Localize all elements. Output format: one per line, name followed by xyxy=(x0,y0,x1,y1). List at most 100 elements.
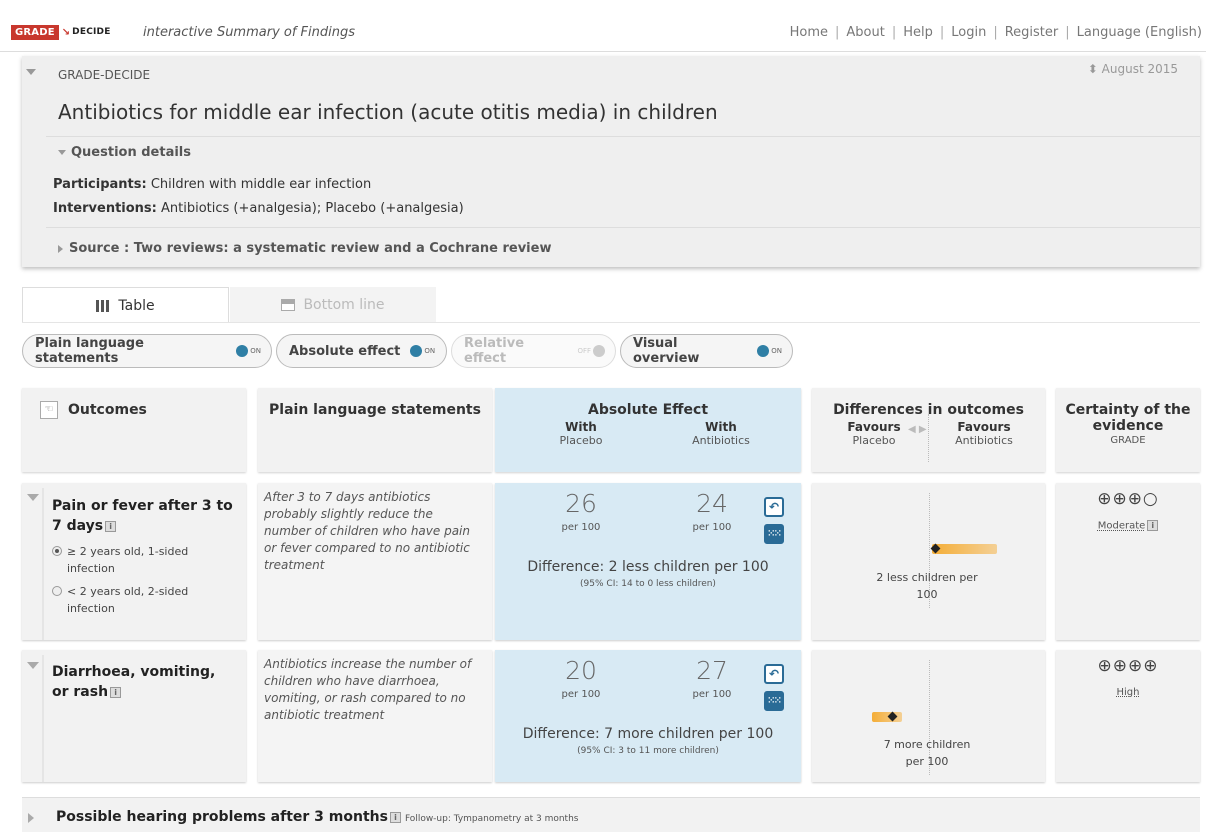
toggle-label: Plain language statements xyxy=(35,336,144,366)
subgroup-option[interactable]: ≥ 2 years old, 1-sided infection xyxy=(52,543,242,577)
toggle-plain-language[interactable]: Plain language statements ON xyxy=(22,334,272,368)
bottom-line-icon xyxy=(281,299,296,311)
participants-line: Participants: Children with middle ear i… xyxy=(53,177,371,192)
nav-home-link[interactable]: Home xyxy=(790,25,828,40)
undo-icon[interactable]: ↶ xyxy=(764,664,784,684)
logo-decide-text: DECIDE xyxy=(72,27,111,37)
tab-table[interactable]: Table xyxy=(22,287,229,323)
toggle-switch-icon: ON xyxy=(757,345,782,357)
tabs-divider xyxy=(22,322,1200,323)
nav-register-link[interactable]: Register xyxy=(1005,25,1059,40)
difference-text: Difference: 2 less children per 100 xyxy=(527,559,769,575)
certainty-header-label-2: evidence xyxy=(1092,418,1164,434)
outcome-name: Diarrhoea, vomiting, or rash i xyxy=(52,662,215,702)
subgroup-options: ≥ 2 years old, 1-sided infection < 2 year… xyxy=(52,543,242,617)
differences-cell: 7 more children per 100 xyxy=(812,650,1045,782)
confidence-interval-text: (95% CI: 14 to 0 less children) xyxy=(580,579,716,589)
radio-selected-icon[interactable] xyxy=(52,546,62,556)
pls-line: number of children who have pain xyxy=(264,524,470,538)
option-label: ≥ 2 years old, 1-sided xyxy=(67,545,189,558)
info-icon[interactable]: i xyxy=(1147,520,1159,531)
info-icon[interactable]: i xyxy=(110,686,122,698)
radio-unselected-icon[interactable] xyxy=(52,586,62,596)
date-selector[interactable]: ⬍ August 2015 xyxy=(1088,62,1178,76)
toggle-relative-effect[interactable]: Relative effect OFF xyxy=(451,334,616,368)
certainty-label[interactable]: High xyxy=(1056,687,1200,698)
table-icon xyxy=(96,299,110,312)
undo-icon[interactable]: ↶ xyxy=(764,497,784,517)
nav-help-link[interactable]: Help xyxy=(903,25,933,40)
interventions-value: Antibiotics (+analgesia); Placebo (+anal… xyxy=(156,201,464,216)
absolute-effect-cell: 20 per 100 27 per 100 ↶ ⁙⁙ Difference: 7… xyxy=(495,650,801,782)
divider xyxy=(46,227,1200,228)
toggle-absolute-effect[interactable]: Absolute effect ON xyxy=(276,334,447,368)
difference-note-line: 100 xyxy=(916,588,938,601)
antibiotics-value: 24 xyxy=(696,489,728,518)
outcome-name-line: Pain or fever after 3 to xyxy=(52,498,233,514)
favours-label: Favours xyxy=(847,420,901,434)
toggle-visual-overview[interactable]: Visual overview ON xyxy=(620,334,793,368)
interventions-label: Interventions: xyxy=(53,201,157,216)
certainty-label[interactable]: Moderate i xyxy=(1056,520,1200,532)
nav-separator: | xyxy=(1065,25,1070,40)
pls-line: treatment xyxy=(264,558,325,572)
favours-label: Favours xyxy=(957,420,1011,434)
plain-language-statement: Antibiotics increase the number of child… xyxy=(264,656,489,724)
nav-about-link[interactable]: About xyxy=(846,25,884,40)
outcome-name: Pain or fever after 3 to 7 days i xyxy=(52,496,233,536)
pls-line: or fever compared to no antibiotic xyxy=(264,541,470,555)
option-label: infection xyxy=(67,562,115,575)
nav-separator: | xyxy=(891,25,897,40)
toggle-label: Relative effect xyxy=(464,336,525,366)
pls-cell: Antibiotics increase the number of child… xyxy=(258,650,492,782)
table-row-collapsed[interactable]: Possible hearing problems after 3 months… xyxy=(22,797,1200,832)
collapse-row-icon[interactable] xyxy=(27,494,39,501)
toggle-switch-icon: ON xyxy=(236,345,261,357)
nav-separator: | xyxy=(939,25,945,40)
outcome-cell: Pain or fever after 3 to 7 days i ≥ 2 yea… xyxy=(22,483,246,640)
per-100-label: per 100 xyxy=(692,689,732,700)
collapse-row-icon[interactable] xyxy=(27,662,39,669)
nav-separator: | xyxy=(834,25,840,40)
header-pretitle: GRADE-DECIDE xyxy=(58,68,151,82)
tab-bottom-line[interactable]: Bottom line xyxy=(230,287,436,323)
info-icon[interactable]: i xyxy=(389,811,401,823)
expand-row-icon[interactable] xyxy=(28,813,34,823)
people-grid-icon[interactable]: ⁙⁙ xyxy=(764,691,784,711)
grade-decide-logo[interactable]: GRADE ↘ DECIDE xyxy=(11,24,111,40)
certainty-label-text: Moderate xyxy=(1097,520,1146,532)
nav-language-link[interactable]: Language (English) xyxy=(1077,25,1202,40)
pls-cell: After 3 to 7 days antibiotics probably s… xyxy=(258,483,492,640)
certainty-header-label-1: Certainty of the xyxy=(1065,402,1191,418)
people-grid-icon[interactable]: ⁙⁙ xyxy=(764,524,784,544)
placebo-value: 20 xyxy=(565,656,597,685)
option-label: infection xyxy=(67,602,115,615)
pls-line: children who have diarrhoea, xyxy=(264,674,440,688)
nav-login-link[interactable]: Login xyxy=(951,25,986,40)
with-placebo-header: With Placebo xyxy=(551,420,611,447)
participants-label: Participants: xyxy=(53,177,147,192)
logo-grade-text: GRADE xyxy=(11,24,59,40)
hand-icon[interactable]: ☜ xyxy=(40,401,58,419)
outcome-name-line: Diarrhoea, vomiting, xyxy=(52,664,216,680)
subgroup-option[interactable]: < 2 years old, 2-sided infection xyxy=(52,583,242,617)
source-toggle[interactable]: Source : Two reviews: a systematic revie… xyxy=(58,241,551,256)
difference-note-line: per 100 xyxy=(905,755,949,768)
tab-table-label: Table xyxy=(118,297,155,314)
app-subtitle: interactive Summary of Findings xyxy=(143,25,356,40)
question-details-toggle[interactable]: Question details xyxy=(58,145,191,160)
chevron-down-icon xyxy=(58,150,66,155)
pls-header-label: Plain language statements xyxy=(269,402,481,418)
difference-note-line: 7 more children xyxy=(883,738,971,751)
pls-line: After 3 to 7 days antibiotics xyxy=(264,490,431,504)
collapse-header-icon[interactable] xyxy=(26,69,36,75)
per-100-label: per 100 xyxy=(561,689,601,700)
info-icon[interactable]: i xyxy=(105,520,117,532)
question-details-label: Question details xyxy=(71,145,192,160)
column-header-differences: Differences in outcomes Favours Placebo … xyxy=(812,388,1045,472)
grade-label: GRADE xyxy=(1110,435,1146,446)
pls-line: Antibiotics increase the number of xyxy=(264,657,472,671)
certainty-rating-icons: ⊕⊕⊕○ xyxy=(1097,489,1159,509)
outcome-name-text: Possible hearing problems after 3 months xyxy=(56,809,388,825)
participants-value: Children with middle ear infection xyxy=(146,177,372,192)
